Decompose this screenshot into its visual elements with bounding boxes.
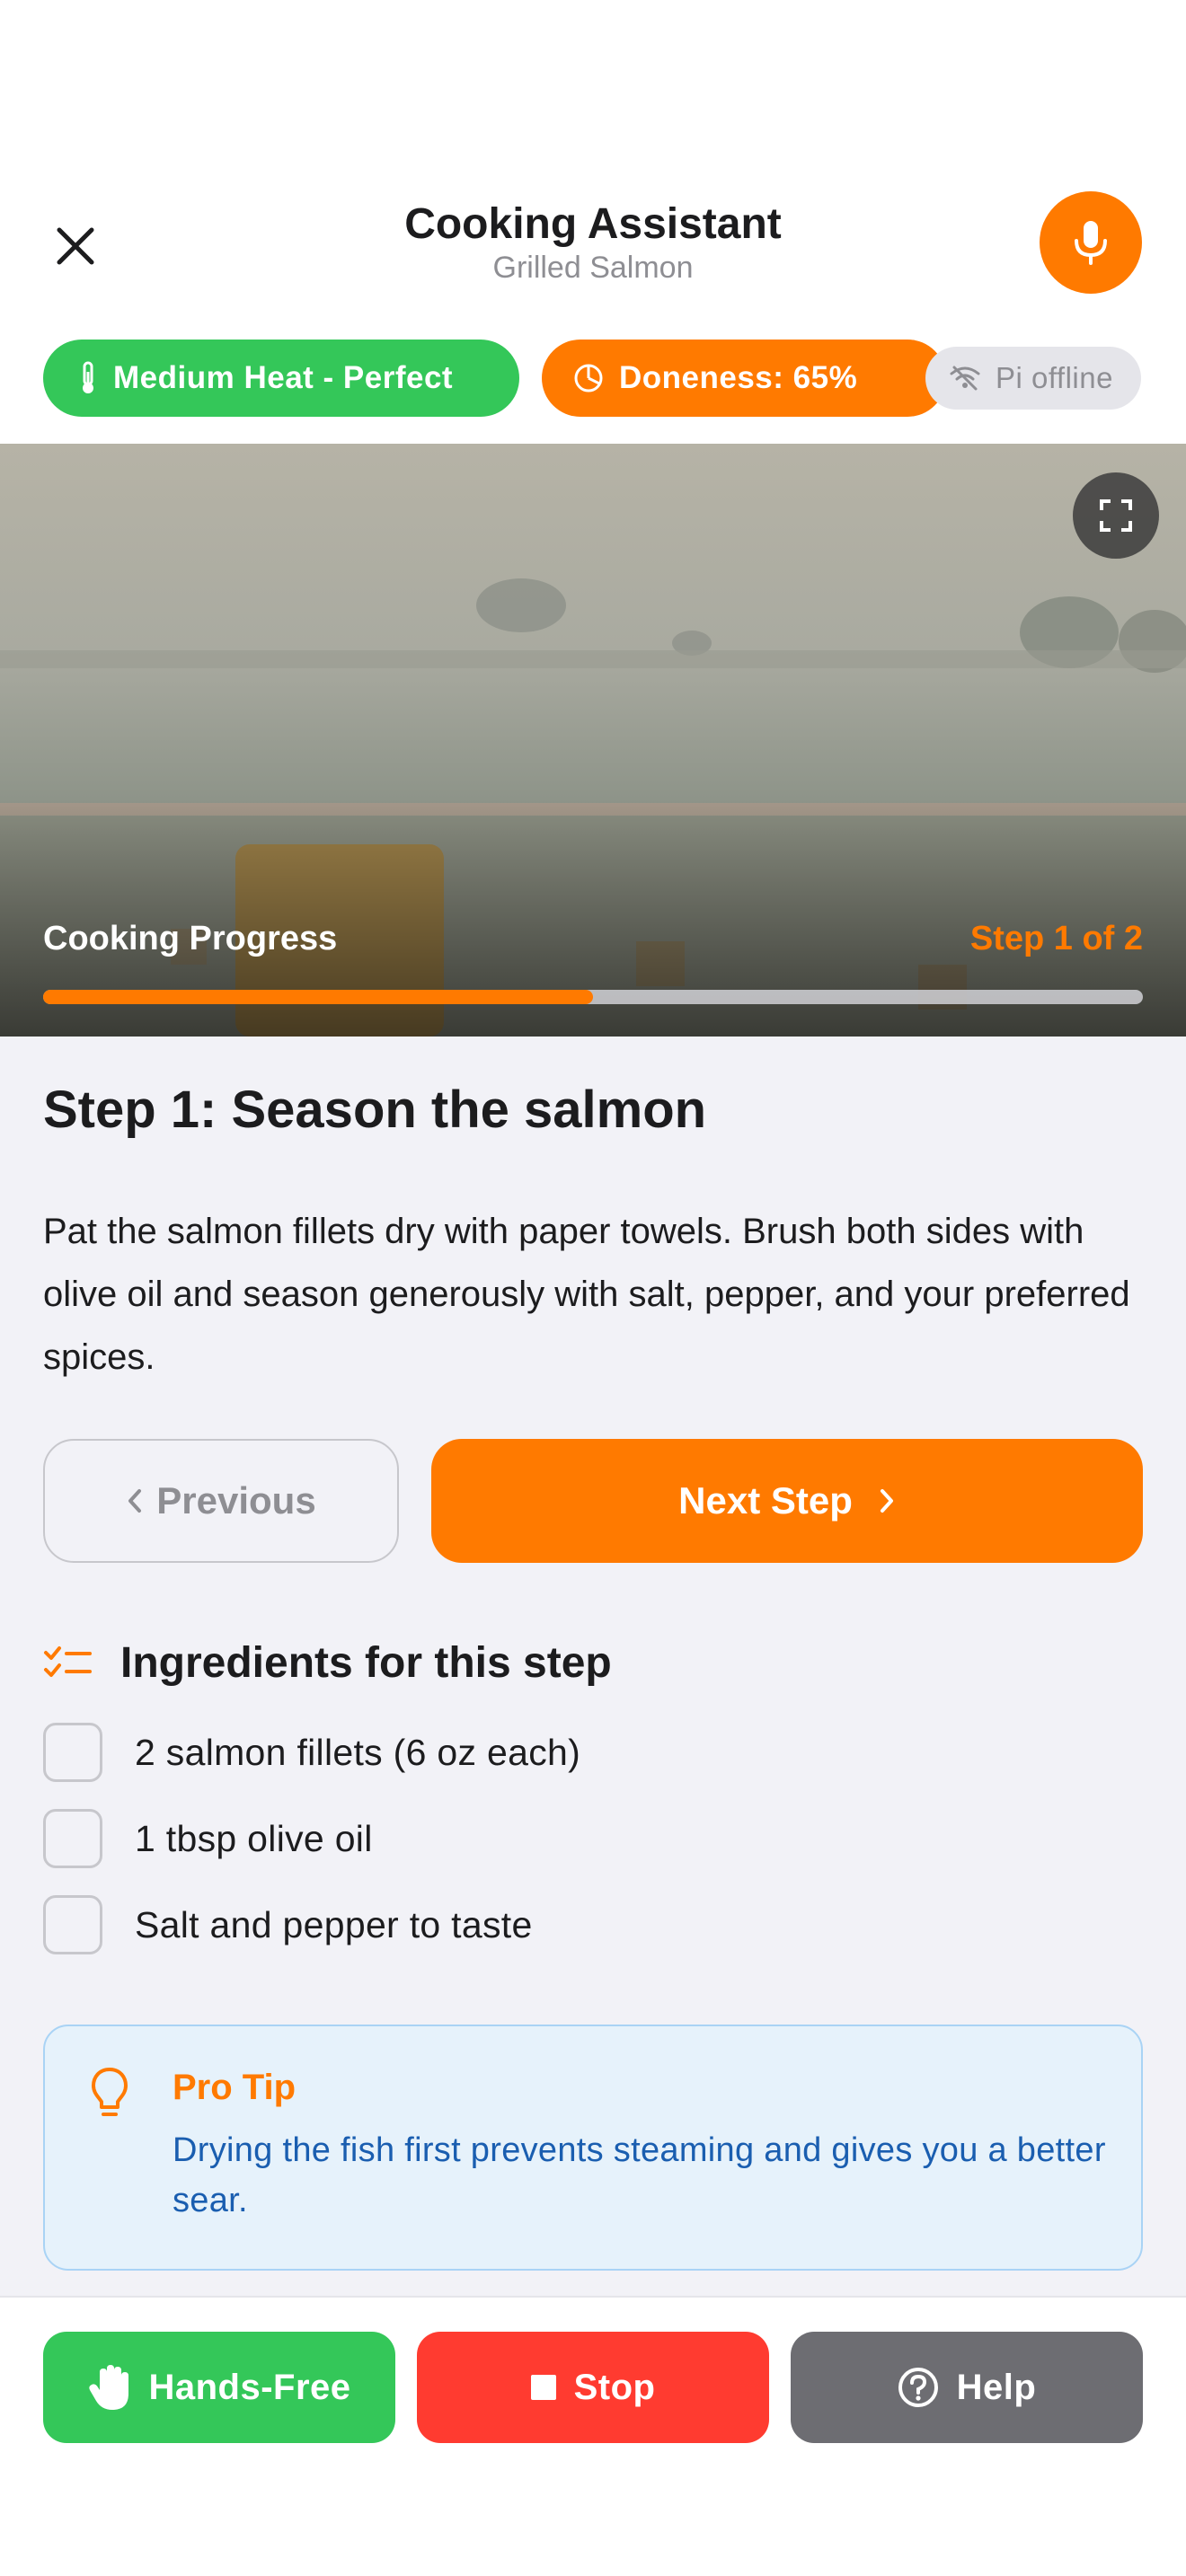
ingredient-label: Salt and pepper to taste bbox=[135, 1903, 533, 1945]
heat-status-label: Medium Heat - Perfect bbox=[113, 360, 454, 395]
pi-status-badge: Pi offline bbox=[925, 347, 1141, 410]
ingredient-checkbox[interactable] bbox=[43, 1809, 102, 1868]
microphone-button[interactable] bbox=[1040, 191, 1142, 294]
gauge-icon bbox=[574, 364, 603, 393]
chevron-right-icon bbox=[880, 1489, 893, 1513]
ingredient-item[interactable]: 2 salmon fillets (6 oz each) bbox=[43, 1723, 580, 1782]
step-description: Pat the salmon fillets dry with paper to… bbox=[43, 1212, 1130, 1377]
pi-status-label: Pi offline bbox=[996, 361, 1113, 394]
ingredient-label: 2 salmon fillets (6 oz each) bbox=[135, 1731, 581, 1773]
chevron-left-icon bbox=[128, 1489, 142, 1513]
help-label: Help bbox=[956, 2367, 1037, 2407]
pro-tip-title: Pro Tip bbox=[173, 2068, 296, 2107]
ingredient-checkbox[interactable] bbox=[43, 1895, 102, 1954]
doneness-label: Doneness: 65% bbox=[619, 360, 858, 395]
progress-label: Cooking Progress bbox=[43, 920, 338, 957]
checklist-icon bbox=[44, 1646, 92, 1677]
progress-fill bbox=[43, 990, 593, 1004]
step-content: Step 1: Season the salmon Pat the salmon… bbox=[0, 1037, 1186, 2296]
stop-icon bbox=[530, 2375, 556, 2400]
ingredient-item[interactable]: Salt and pepper to taste bbox=[43, 1895, 533, 1954]
doneness-badge: Doneness: 65% bbox=[542, 340, 946, 417]
previous-label: Previous bbox=[156, 1479, 316, 1522]
hands-free-label: Hands-Free bbox=[148, 2367, 351, 2407]
camera-feed: Cooking Progress Step 1 of 2 bbox=[0, 444, 1186, 1037]
thermometer-icon bbox=[83, 361, 93, 393]
bottom-action-bar: Hands-Free Stop Help bbox=[0, 2296, 1186, 2576]
hands-free-button[interactable]: Hands-Free bbox=[43, 2332, 395, 2443]
header: Cooking Assistant Grilled Salmon bbox=[0, 180, 1186, 305]
step-counter: Step 1 of 2 bbox=[969, 920, 1143, 957]
stop-button[interactable]: Stop bbox=[417, 2332, 769, 2443]
microphone-icon bbox=[1075, 221, 1107, 265]
ingredient-item[interactable]: 1 tbsp olive oil bbox=[43, 1809, 373, 1868]
lightbulb-icon bbox=[92, 2068, 128, 2116]
fullscreen-icon bbox=[1100, 499, 1132, 532]
close-icon bbox=[57, 227, 94, 265]
ingredient-label: 1 tbsp olive oil bbox=[135, 1817, 373, 1859]
pro-tip-body: Drying the fish first prevents steaming … bbox=[173, 2131, 1106, 2219]
ingredients-header: Ingredients for this step bbox=[43, 1629, 612, 1696]
next-step-label: Next Step bbox=[678, 1479, 853, 1522]
help-icon bbox=[898, 2368, 938, 2407]
heat-status-badge: Medium Heat - Perfect bbox=[43, 340, 519, 417]
pro-tip-card: Pro Tip Drying the fish first prevents s… bbox=[43, 2025, 1143, 2271]
title-group: Cooking Assistant Grilled Salmon bbox=[270, 198, 916, 286]
previous-button[interactable]: Previous bbox=[43, 1439, 399, 1563]
ingredient-checkbox[interactable] bbox=[43, 1723, 102, 1782]
close-button[interactable] bbox=[47, 217, 104, 275]
page-title: Cooking Assistant bbox=[404, 200, 782, 248]
step-title: Step 1: Season the salmon bbox=[43, 1081, 707, 1139]
ingredients-title: Ingredients for this step bbox=[120, 1638, 612, 1687]
help-button[interactable]: Help bbox=[791, 2332, 1143, 2443]
recipe-subtitle: Grilled Salmon bbox=[492, 251, 694, 285]
hand-icon bbox=[89, 2365, 129, 2410]
fullscreen-button[interactable] bbox=[1073, 472, 1159, 559]
status-badges: Medium Heat - Perfect Doneness: 65% Pi o… bbox=[43, 340, 1157, 417]
wifi-off-icon bbox=[950, 366, 980, 391]
stop-label: Stop bbox=[573, 2367, 656, 2407]
next-step-button[interactable]: Next Step bbox=[431, 1439, 1143, 1563]
